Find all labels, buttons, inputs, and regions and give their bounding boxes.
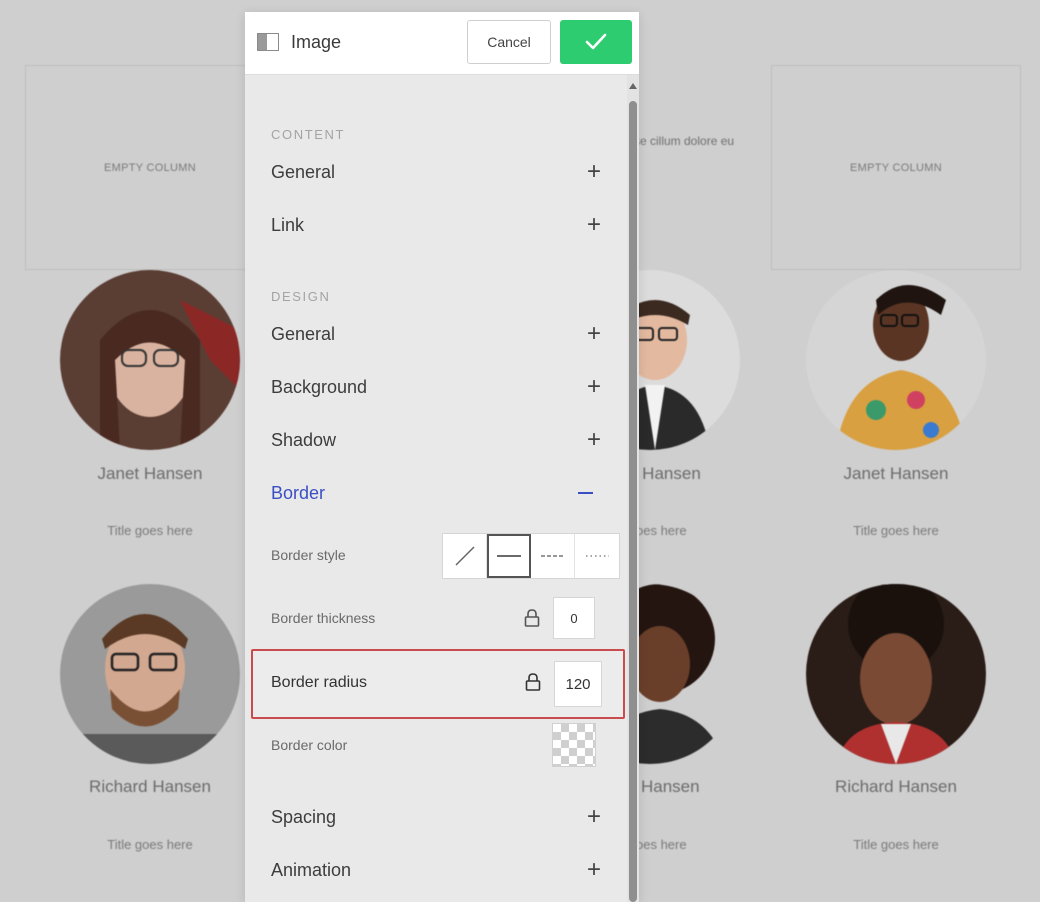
border-radius-row: Border radius 120: [271, 661, 602, 707]
avatar-richard-right: [806, 584, 986, 764]
avatar-richard-left: [60, 584, 240, 764]
accordion-design-animation[interactable]: Animation +: [271, 855, 601, 885]
border-thickness-row: Border thickness 0: [271, 596, 601, 640]
panel-header: Image Cancel: [245, 12, 639, 75]
layout-icon: [257, 33, 279, 51]
plus-icon: +: [586, 320, 601, 347]
person-name: Janet Hansen: [97, 464, 203, 483]
border-radius-value: 120: [565, 675, 591, 693]
section-label-design: DESIGN: [271, 289, 331, 304]
plus-icon: +: [586, 803, 601, 830]
lock-icon[interactable]: [524, 609, 540, 627]
border-radius-label: Border radius: [271, 674, 368, 691]
border-color-label: Border color: [271, 737, 348, 753]
person-name: Richard Hansen: [89, 777, 211, 796]
accordion-label: Border: [271, 482, 326, 503]
plus-icon: +: [586, 856, 601, 883]
border-style-solid-button[interactable]: [487, 534, 531, 578]
accordion-design-border[interactable]: Border: [271, 478, 601, 508]
no-border-icon: [454, 546, 475, 566]
border-thickness-input[interactable]: 0: [553, 597, 595, 639]
person-title: Title goes here: [107, 523, 193, 538]
border-style-row: Border style: [271, 533, 620, 579]
person-name: Richard Hansen: [835, 777, 957, 796]
person-title: Title goes here: [853, 523, 939, 538]
border-radius-input[interactable]: 120: [554, 661, 602, 707]
empty-column-label: EMPTY COLUMN: [849, 161, 943, 174]
check-icon: [585, 33, 607, 50]
border-style-label: Border style: [271, 547, 346, 563]
section-label-content: CONTENT: [271, 127, 346, 142]
border-style-dotted-button[interactable]: [575, 534, 619, 578]
border-style-dashed-button[interactable]: [531, 534, 575, 578]
accordion-design-shadow[interactable]: Shadow +: [271, 425, 601, 455]
accordion-design-background[interactable]: Background +: [271, 372, 601, 402]
empty-column-left: EMPTY COLUMN: [25, 65, 275, 270]
panel-body: CONTENT General + Link + DESIGN General …: [245, 75, 627, 902]
plus-icon: +: [586, 211, 601, 238]
border-thickness-label: Border thickness: [271, 610, 376, 626]
scroll-up-icon[interactable]: [629, 83, 637, 89]
accordion-label: General: [271, 161, 336, 182]
accordion-label: General: [271, 323, 336, 344]
plus-icon: +: [586, 426, 601, 453]
plus-icon: +: [586, 373, 601, 400]
panel-scrollbar[interactable]: [627, 75, 639, 902]
minus-icon: [578, 492, 593, 494]
lock-icon[interactable]: [525, 673, 541, 691]
accordion-label: Spacing: [271, 806, 337, 827]
confirm-button[interactable]: [560, 20, 632, 64]
solid-line-icon: [497, 555, 521, 557]
accordion-label: Link: [271, 214, 305, 235]
body-text-snippet: se cillum dolore eu: [634, 134, 735, 148]
person-title: Title goes here: [107, 837, 193, 852]
accordion-content-general[interactable]: General +: [271, 157, 601, 187]
person-name: Janet Hansen: [843, 464, 949, 483]
accordion-content-link[interactable]: Link +: [271, 210, 601, 240]
empty-column-label: EMPTY COLUMN: [103, 161, 197, 174]
accordion-label: Shadow: [271, 429, 337, 450]
border-color-row: Border color: [271, 723, 601, 767]
border-color-swatch[interactable]: [552, 723, 596, 767]
plus-icon: +: [586, 158, 601, 185]
dotted-line-icon: [586, 555, 609, 557]
border-thickness-value: 0: [570, 610, 578, 626]
cancel-button[interactable]: Cancel: [467, 20, 551, 64]
accordion-design-general[interactable]: General +: [271, 319, 601, 349]
avatar-janet-left: [60, 270, 240, 450]
accordion-design-spacing[interactable]: Spacing +: [271, 802, 601, 832]
panel-title: Image: [291, 32, 342, 52]
border-style-options: [442, 533, 620, 579]
image-settings-panel: Image Cancel CONTENT General + Link + DE…: [245, 12, 639, 902]
scrollbar-thumb[interactable]: [629, 101, 637, 902]
avatar-janet-right: [806, 270, 986, 450]
accordion-label: Animation: [271, 859, 352, 880]
accordion-label: Background: [271, 376, 368, 397]
border-style-none-button[interactable]: [443, 534, 487, 578]
dashed-line-icon: [540, 555, 565, 557]
person-title: Title goes here: [853, 837, 939, 852]
empty-column-right: EMPTY COLUMN: [771, 65, 1021, 270]
